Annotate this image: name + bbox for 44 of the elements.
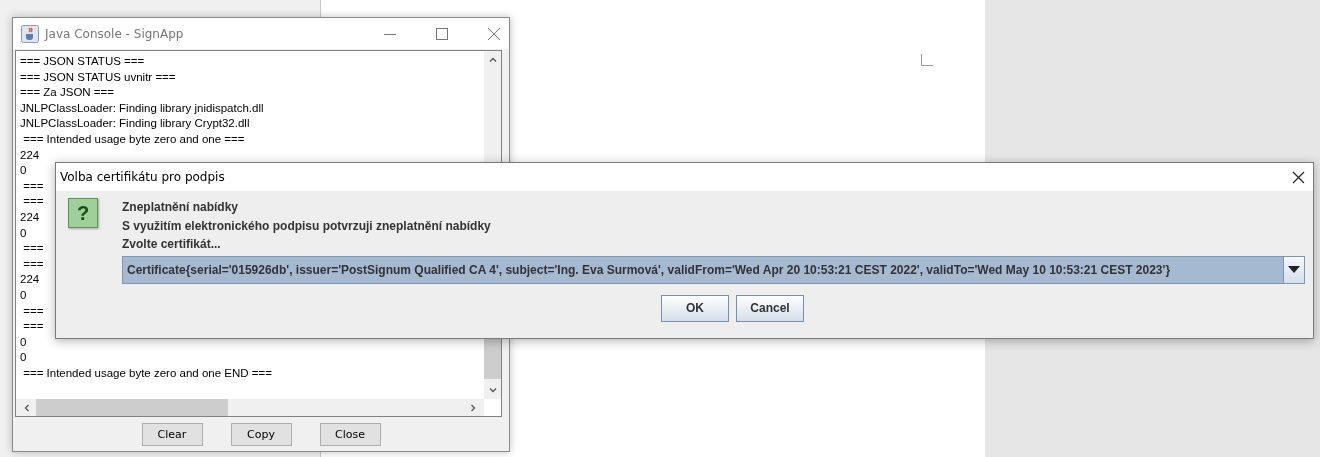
console-line: === [22, 241, 44, 257]
console-line: === JSON STATUS === [20, 54, 145, 69]
dialog-message: S využitím elektronického podpisu potvrzuji zneplatnění nabídky [122, 217, 492, 235]
console-line: JNLPClassLoader: Finding library Crypt32.dll [20, 116, 250, 132]
console-line: 224 [20, 209, 40, 225]
certificate-select[interactable]: Certificate{serial='015926db', issuer='PostSignum Qualified CA 4', subject='Ing. Eva Surmová', validFrom='Wed Apr 20 10:53:21 CEST 2022', validTo='Wed May 10 10:53:21 CEST 2023'} [122, 255, 1305, 284]
window-title: Java Console - SignApp [45, 26, 185, 41]
dialog-button[interactable]: Cancel [736, 294, 804, 322]
question-icon: ? [68, 198, 98, 228]
console-button[interactable]: Clear [141, 422, 203, 446]
horizontal-scrollbar[interactable] [16, 399, 484, 416]
console-line: 0 [20, 334, 27, 350]
console-line: === Intended usage byte zero and one END === [22, 365, 272, 381]
maximize-icon[interactable] [435, 26, 449, 41]
console-line: === [22, 303, 44, 319]
dialog-title: Volba certifikátu pro podpis [60, 170, 226, 184]
console-line: 0 [20, 287, 27, 303]
scroll-down-icon[interactable] [487, 385, 498, 395]
console-line: === JSON STATUS uvnitr === [20, 69, 176, 85]
console-line: JNLPClassLoader: Finding library jnidispatch.dll [20, 100, 264, 116]
scroll-right-icon[interactable] [468, 402, 478, 413]
scroll-up-icon[interactable] [487, 55, 498, 65]
dropdown-arrow-icon[interactable] [1288, 265, 1300, 274]
scrollbar-thumb[interactable] [36, 399, 228, 416]
java-cup-icon [21, 24, 39, 43]
console-line: === [22, 256, 44, 272]
scroll-left-icon[interactable] [22, 402, 32, 413]
console-line: === [22, 178, 44, 194]
console-line: 0 [20, 225, 27, 241]
console-line: 224 [20, 272, 40, 288]
console-line: === Intended usage byte zero and one === [22, 131, 245, 147]
console-button[interactable]: Close [319, 422, 381, 446]
console-line: 0 [20, 163, 27, 179]
console-line: 224 [20, 147, 40, 163]
dialog-heading: Zneplatnění nabídky [122, 199, 239, 216]
dialog-button[interactable]: OK [661, 294, 729, 322]
close-icon[interactable] [1292, 170, 1305, 184]
console-line: === [22, 319, 44, 335]
console-line: 0 [20, 350, 27, 366]
crop-mark-icon [921, 54, 933, 66]
console-line: === Za JSON === [20, 85, 114, 101]
console-button[interactable]: Copy [230, 422, 292, 446]
console-line: === [22, 194, 44, 210]
dialog-prompt: Zvolte certifikát... [122, 236, 222, 253]
